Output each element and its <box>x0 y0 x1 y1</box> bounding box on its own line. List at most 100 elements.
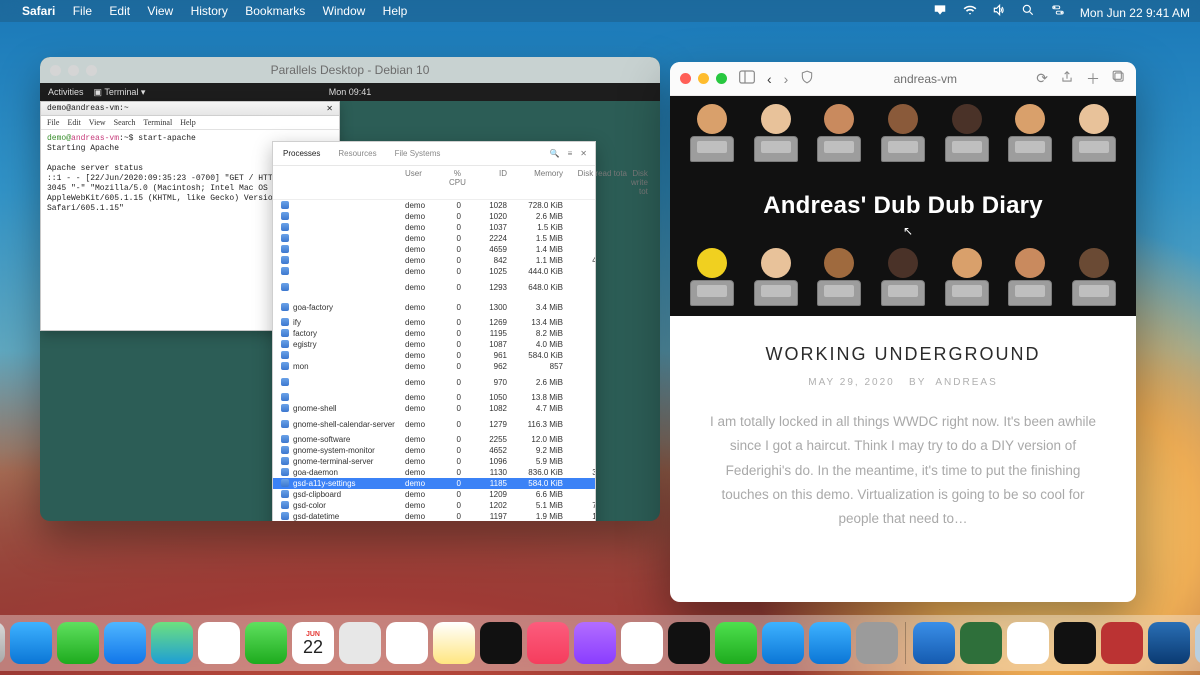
table-row[interactable]: gnome-shelldemo010824.7 MiB4.0 MiBN/A <box>273 403 595 414</box>
table-row[interactable]: demo0961584.0 KiB88.0 KiBN/A <box>273 350 595 361</box>
dock-item-parallels[interactable] <box>1007 622 1049 664</box>
table-row[interactable]: goa-factorydemo013003.4 MiB3.6 MiB36.0 K… <box>273 297 595 317</box>
menubar-item[interactable]: View <box>147 4 173 18</box>
terminal-menubar[interactable]: File Edit View Search Terminal Help <box>41 116 339 130</box>
dock-app-tv[interactable] <box>480 622 522 664</box>
dock-app-news[interactable] <box>621 622 663 664</box>
menubar-item[interactable]: Window <box>323 4 366 18</box>
dock-app-photos[interactable] <box>198 622 240 664</box>
sidebar-icon[interactable] <box>739 70 755 87</box>
dock-app-system-preferences[interactable] <box>856 622 898 664</box>
table-row[interactable]: demo01293648.0 KiB92.0 KiB192.0 KiB <box>273 277 595 297</box>
tabs-overview-icon[interactable] <box>1112 70 1126 87</box>
dock-item-downloads-1[interactable] <box>913 622 955 664</box>
menu-icon[interactable]: ≡ <box>568 149 573 158</box>
control-center-icon[interactable] <box>1051 3 1065 17</box>
table-row[interactable]: egistrydemo010874.0 MiB3.6 MiBN/A <box>273 339 595 350</box>
table-row[interactable]: factorydemo011958.2 MiB4.9 MiBN/A <box>273 328 595 339</box>
table-row[interactable]: demo022241.5 MiB4.0 KiBN/A <box>273 233 595 244</box>
menubar-item[interactable]: Edit <box>109 4 130 18</box>
traffic-lights[interactable] <box>680 73 727 84</box>
table-row[interactable]: mondemo0962857N/AN/A <box>273 361 595 372</box>
menubar-item[interactable]: File <box>73 4 92 18</box>
table-row[interactable]: ifydemo0126913.4 MiB2.0 MiBN/A <box>273 317 595 328</box>
menubar-clock[interactable]: Mon Jun 22 9:41 AM <box>1080 6 1190 20</box>
dock-app-notes[interactable] <box>433 622 475 664</box>
dock-app-stocks[interactable] <box>668 622 710 664</box>
terminal-menu-item[interactable]: Edit <box>67 118 80 127</box>
dock-app-maps[interactable] <box>151 622 193 664</box>
dock-app-contacts[interactable] <box>339 622 381 664</box>
dock-app-app-store[interactable] <box>809 622 851 664</box>
close-button[interactable] <box>680 73 691 84</box>
dock-app-mail[interactable] <box>104 622 146 664</box>
col-name[interactable] <box>281 169 401 196</box>
table-row[interactable]: gnome-shell-calendar-serverdemo01279116.… <box>273 414 595 434</box>
table-row[interactable]: demo010371.5 KiB17.0 KiBN/A <box>273 222 595 233</box>
volume-icon[interactable] <box>992 3 1006 17</box>
col-diskwrite[interactable]: Disk write tot <box>631 169 648 196</box>
zoom-button[interactable] <box>716 73 727 84</box>
parallels-titlebar[interactable]: Parallels Desktop - Debian 10 <box>40 57 660 83</box>
table-row[interactable]: demo09702.6 MiB27.1 KiB4.0 KiB <box>273 372 595 392</box>
col-user[interactable]: User <box>405 169 445 196</box>
airplay-icon[interactable] <box>933 3 947 17</box>
terminal-titlebar[interactable]: demo@andreas-vm:~ ✕ <box>41 102 339 116</box>
parallels-window[interactable]: Parallels Desktop - Debian 10 Activities… <box>40 57 660 521</box>
table-row[interactable]: demo0105013.8 MiB4.0 MiBN/A <box>273 392 595 403</box>
sysmon-column-headers[interactable]: User % CPU ID Memory Disk read tota Disk… <box>273 166 595 200</box>
table-row[interactable]: gsd-datetimedemo011971.9 MiB152.0 KiBN/A <box>273 511 595 521</box>
terminal-menu-item[interactable]: Search <box>114 118 136 127</box>
dock-app-launchpad[interactable] <box>0 622 5 664</box>
table-row[interactable]: demo046591.4 MiBN/AN/A <box>273 244 595 255</box>
minimize-button[interactable] <box>698 73 709 84</box>
table-row[interactable]: demo01028728.0 KiB92.0 KiBN/A <box>273 200 595 211</box>
terminal-menu-item[interactable]: File <box>47 118 59 127</box>
table-row[interactable]: gsd-colordemo012025.1 MiB756.0 KiBN/A <box>273 500 595 511</box>
safari-address-field[interactable]: andreas-vm <box>826 72 1024 86</box>
new-tab-button[interactable]: ＋ <box>1086 69 1100 89</box>
dock-app-numbers[interactable] <box>715 622 757 664</box>
table-row[interactable]: gnome-softwaredemo0225512.0 MiB9.3 MiBN/… <box>273 434 595 445</box>
menubar-item[interactable]: Help <box>383 4 408 18</box>
dock-item-picture[interactable] <box>1195 622 1200 664</box>
col-id[interactable]: ID <box>465 169 507 196</box>
col-diskread[interactable]: Disk read tota <box>567 169 627 196</box>
dock-app-messages[interactable] <box>57 622 99 664</box>
dock-item-calm[interactable] <box>1148 622 1190 664</box>
search-icon[interactable]: 🔍 <box>550 149 560 158</box>
table-row[interactable]: demo010202.6 MiB24.0 KiBN/A <box>273 211 595 222</box>
table-row[interactable]: gnome-system-monitordemo046529.2 MiBN/AN… <box>273 445 595 456</box>
terminal-menu-item[interactable]: View <box>89 118 106 127</box>
tab-processes[interactable]: Processes <box>283 149 320 158</box>
privacy-report-icon[interactable] <box>800 70 814 87</box>
close-icon[interactable]: ✕ <box>326 104 333 114</box>
share-icon[interactable] <box>1060 70 1074 87</box>
search-icon[interactable] <box>1021 3 1035 17</box>
post-title[interactable]: WORKING UNDERGROUND <box>704 344 1102 365</box>
dock-item-activity[interactable] <box>1054 622 1096 664</box>
table-row[interactable]: gnome-terminal-serverdemo010965.9 MiB16.… <box>273 456 595 467</box>
dock-item-fender[interactable] <box>1101 622 1143 664</box>
terminal-menu-item[interactable]: Terminal <box>143 118 172 127</box>
gnome-top-bar[interactable]: Activities ▣ Terminal ▾ Mon 09:41 <box>40 83 660 101</box>
dock-item-screenshots[interactable] <box>960 622 1002 664</box>
terminal-menu-item[interactable]: Help <box>180 118 196 127</box>
dock-app-calendar[interactable]: JUN22 <box>292 622 334 664</box>
forward-button[interactable]: › <box>784 71 789 87</box>
table-row[interactable]: demo08421.1 MiB444.0 KiBN/A <box>273 255 595 266</box>
back-button[interactable]: ‹ <box>767 71 772 87</box>
tab-filesystems[interactable]: File Systems <box>395 149 441 158</box>
dock-app-facetime[interactable] <box>245 622 287 664</box>
menubar-item[interactable]: Bookmarks <box>245 4 305 18</box>
close-icon[interactable]: ✕ <box>580 149 587 158</box>
col-cpu[interactable]: % CPU <box>449 169 461 196</box>
tab-resources[interactable]: Resources <box>338 149 376 158</box>
reload-button[interactable]: ⟳ <box>1036 70 1048 87</box>
wifi-icon[interactable] <box>963 3 977 17</box>
dock-app-podcasts[interactable] <box>574 622 616 664</box>
dock-app-safari[interactable] <box>10 622 52 664</box>
dock-app-keynote[interactable] <box>762 622 804 664</box>
dock-app-reminders[interactable] <box>386 622 428 664</box>
sysmon-process-list[interactable]: demo01028728.0 KiB92.0 KiBN/Ademo010202.… <box>273 200 595 521</box>
